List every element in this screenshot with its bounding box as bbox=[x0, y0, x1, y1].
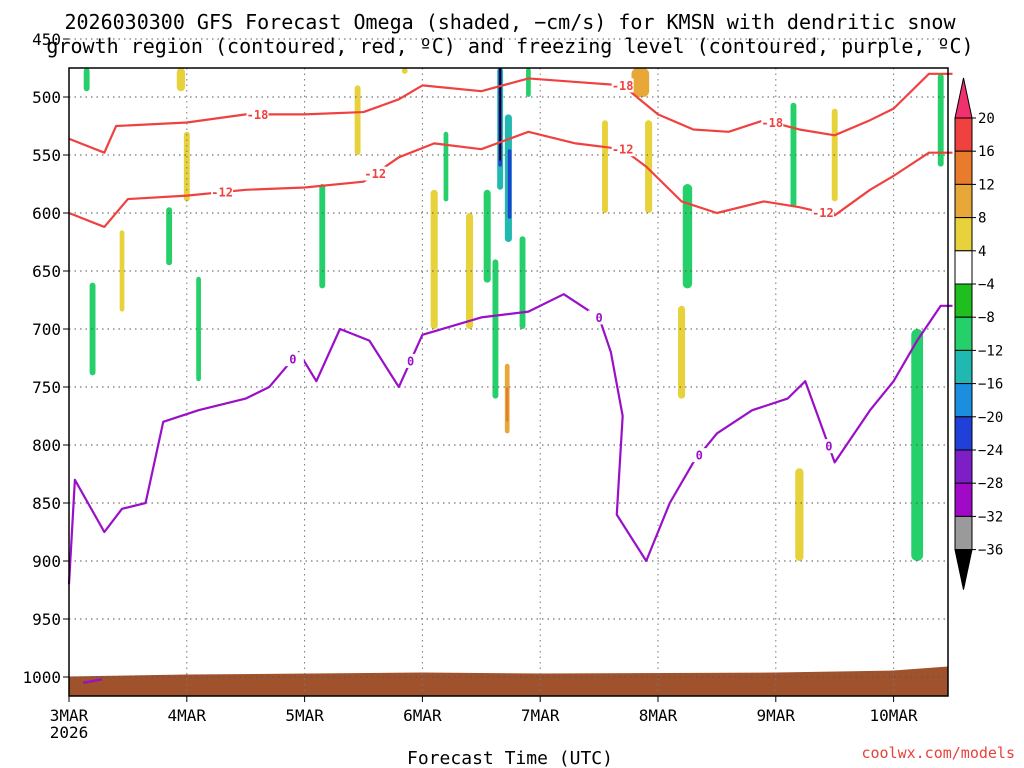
omega-cell-54 bbox=[682, 184, 693, 289]
colorbar-box-12 bbox=[954, 482, 973, 517]
freezing-level-contour-label-2: 0 bbox=[595, 311, 602, 325]
dgz-minus12-contour-label-1: -12 bbox=[364, 167, 386, 181]
x-tick-sublabel-3MAR: 2026 bbox=[50, 723, 89, 742]
y-tick-label-700: 700 bbox=[32, 320, 61, 339]
x-tick-label-4MAR: 4MAR bbox=[168, 706, 207, 725]
y-tick-label-1000: 1000 bbox=[22, 668, 61, 687]
omega-cell-8 bbox=[176, 68, 186, 92]
colorbar-box-11 bbox=[954, 449, 973, 484]
dgz-minus12-contour-label-3: -12 bbox=[812, 206, 834, 220]
omega-cell-43 bbox=[526, 68, 531, 97]
colorbar-box-9 bbox=[954, 383, 973, 418]
ground-layer bbox=[69, 666, 948, 696]
colorbar-label-12: −32 bbox=[978, 509, 1003, 525]
dgz-minus12-contour-label-0: -12 bbox=[211, 186, 233, 200]
colorbar-label-5: −4 bbox=[978, 277, 995, 293]
omega-cell-7 bbox=[166, 207, 173, 266]
dgz-minus18-contour-label-0: -18 bbox=[247, 108, 269, 122]
x-tick-label-10MAR: 10MAR bbox=[870, 706, 919, 725]
freezing-level-contour-label-0: 0 bbox=[289, 353, 296, 367]
omega-cell-41 bbox=[506, 387, 509, 422]
y-tick-label-950: 950 bbox=[32, 610, 61, 629]
y-tick-label-850: 850 bbox=[32, 494, 61, 513]
colorbar-label-1: 16 bbox=[978, 144, 995, 160]
omega-cell-49 bbox=[602, 120, 608, 213]
colorbar-label-13: −36 bbox=[978, 543, 1003, 559]
dgz-minus18-contour-label-1: -18 bbox=[612, 79, 634, 93]
colorbar-box-6 bbox=[954, 283, 973, 318]
y-tick-label-600: 600 bbox=[32, 204, 61, 223]
colorbar-box-3 bbox=[954, 183, 973, 219]
colorbar-box-1 bbox=[954, 117, 973, 152]
plot-area: -18 -18 -18 -12 -12 -12 -12 0 0 0 0 0 bbox=[67, 38, 953, 697]
colorbar-box-7 bbox=[954, 316, 973, 351]
colorbar-box-10 bbox=[954, 416, 973, 451]
omega-cell-44 bbox=[519, 236, 526, 329]
omega-cell-26 bbox=[430, 189, 438, 329]
chart-title-line-2: growth region (contoured, red, ºC) and f… bbox=[46, 34, 973, 58]
colorbar-label-2: 12 bbox=[978, 177, 995, 193]
colorbar-bottom-triangle bbox=[954, 549, 973, 590]
dgz-minus18-contour-label-2: -18 bbox=[761, 116, 783, 130]
colorbar-legend: 20 16 12 8 4 −4 −8 −12 −16 −20 −24 −28 −32 −36 bbox=[954, 77, 1003, 590]
colorbar-label-8: −16 bbox=[978, 377, 1003, 393]
colorbar-label-4: 4 bbox=[978, 244, 986, 260]
freezing-level-contour-label-4: 0 bbox=[825, 440, 832, 454]
chart-title-line-1: 2026030300 GFS Forecast Omega (shaded, −… bbox=[64, 10, 956, 34]
y-tick-label-750: 750 bbox=[32, 378, 61, 397]
colorbar-box-4 bbox=[954, 217, 973, 252]
y-tick-label-800: 800 bbox=[32, 436, 61, 455]
colorbar-label-10: −24 bbox=[978, 443, 1003, 459]
omega-cell-31 bbox=[483, 189, 491, 283]
colorbar-box-8 bbox=[954, 349, 973, 385]
colorbar-label-9: −20 bbox=[978, 410, 1003, 426]
omega-cell-5 bbox=[119, 230, 125, 312]
y-tick-label-500: 500 bbox=[32, 88, 61, 107]
colorbar-label-11: −28 bbox=[978, 476, 1003, 492]
omega-cell-18 bbox=[319, 184, 326, 289]
freezing-level-contour-label-1: 0 bbox=[407, 354, 414, 368]
x-axis-label: Forecast Time (UTC) bbox=[407, 748, 613, 768]
freezing-level-contour-label-3: 0 bbox=[696, 449, 703, 463]
omega-cell-55 bbox=[678, 305, 686, 399]
x-tick-label-5MAR: 5MAR bbox=[285, 706, 324, 725]
x-axis-ticks: 3MAR20264MAR 5MAR 6MAR 7MAR 8MAR 9MAR 10MAR bbox=[50, 696, 918, 742]
y-tick-label-650: 650 bbox=[32, 262, 61, 281]
x-tick-label-7MAR: 7MAR bbox=[521, 706, 560, 725]
dgz-minus12-contour-label-2: -12 bbox=[612, 143, 634, 157]
omega-cell-9 bbox=[183, 131, 190, 202]
omega-cell-39 bbox=[507, 149, 512, 219]
colorbar-label-0: 20 bbox=[978, 111, 995, 127]
omega-cell-22 bbox=[354, 85, 361, 155]
x-tick-label-6MAR: 6MAR bbox=[403, 706, 442, 725]
omega-cell-27 bbox=[443, 131, 449, 202]
x-tick-label-9MAR: 9MAR bbox=[757, 706, 796, 725]
omega-cell-36 bbox=[499, 68, 502, 161]
colorbar-top-triangle bbox=[954, 77, 973, 119]
omega-cell-25 bbox=[401, 68, 408, 74]
colorbar-label-7: −12 bbox=[978, 343, 1003, 359]
y-tick-label-450: 450 bbox=[32, 30, 61, 49]
y-axis-ticks: 2503003504004505005506006507007508008509… bbox=[22, 30, 69, 687]
y-tick-label-900: 900 bbox=[32, 552, 61, 571]
omega-cell-64 bbox=[795, 468, 804, 561]
ground-fill bbox=[69, 666, 948, 696]
omega-cell-2 bbox=[89, 282, 96, 376]
omega-cell-50 bbox=[631, 68, 650, 97]
colorbar-label-3: 8 bbox=[978, 211, 986, 227]
y-tick-label-550: 550 bbox=[32, 146, 61, 165]
omega-cross-section-chart: 2026030300 GFS Forecast Omega (shaded, −… bbox=[22, 10, 1015, 768]
colorbar-box-13 bbox=[954, 515, 973, 551]
colorbar-label-6: −8 bbox=[978, 310, 995, 326]
omega-cell-1 bbox=[83, 68, 90, 92]
x-tick-label-8MAR: 8MAR bbox=[639, 706, 678, 725]
credit-link[interactable]: coolwx.com/models bbox=[861, 744, 1015, 762]
colorbar-box-5 bbox=[954, 250, 973, 285]
colorbar-box-2 bbox=[954, 150, 973, 185]
